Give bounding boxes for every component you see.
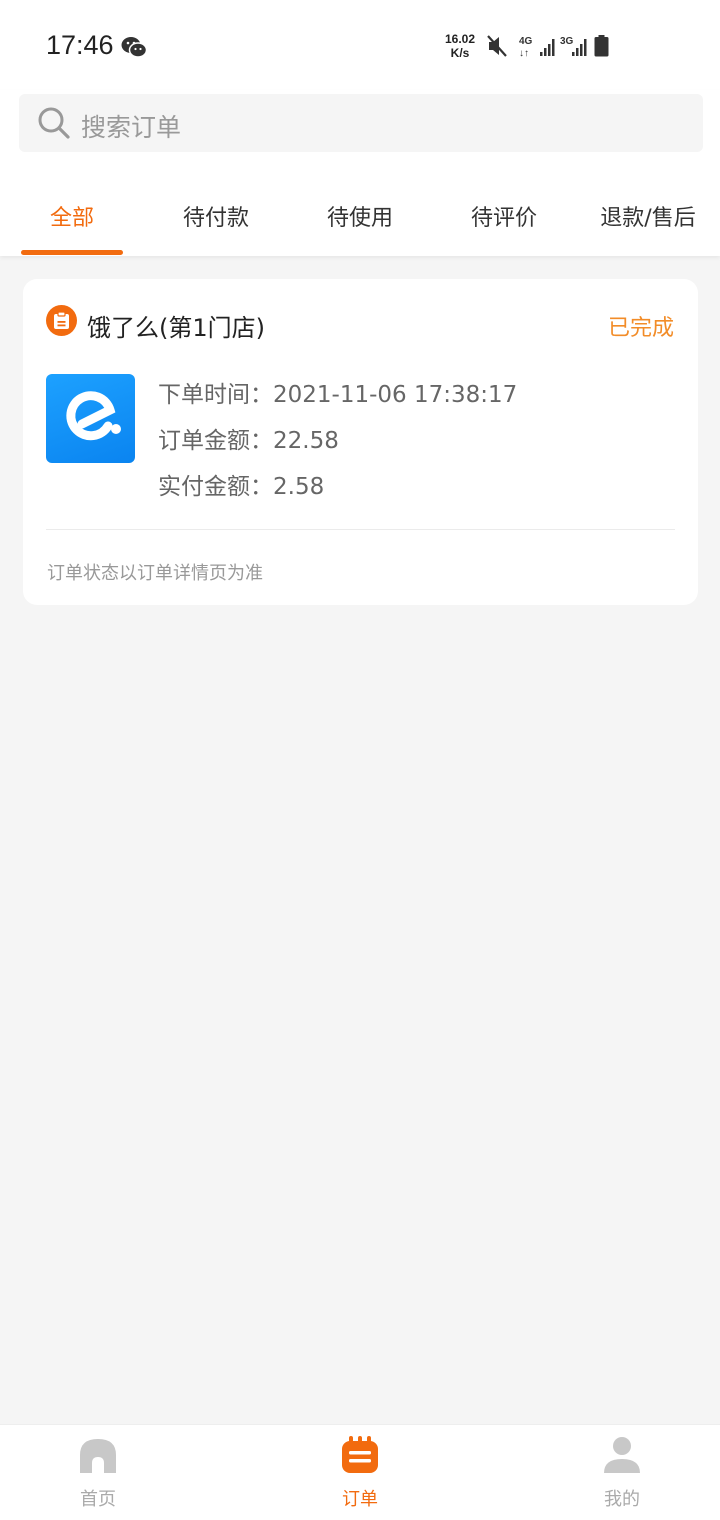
nav-profile-label: 我的 (604, 1489, 640, 1510)
status-bar: 17:46 16.02 K/s 4G ↓↑ 3G (0, 0, 720, 90)
search-icon (38, 107, 70, 139)
mute-icon (487, 35, 507, 57)
orders-icon (342, 1436, 378, 1473)
orders-page: 17:46 16.02 K/s 4G ↓↑ 3G 搜索订单 全部 待付款 待使用… (0, 0, 720, 1520)
svg-text:3G: 3G (560, 36, 574, 47)
signal-4g-icon: 4G ↓↑ (519, 36, 555, 58)
speed-unit: K/s (450, 46, 470, 60)
network-speed: 16.02 K/s (440, 32, 480, 60)
profile-icon (604, 1437, 640, 1473)
tab-pending-payment[interactable]: 待付款 (144, 200, 288, 232)
order-status-badge: 已完成 (607, 316, 674, 341)
order-time: 下单时间：2021-11-06 17:38:17 (158, 382, 518, 408)
order-amount: 订单金额：22.58 (158, 428, 339, 454)
tab-all[interactable]: 全部 (0, 200, 144, 232)
speed-value: 16.02 (444, 32, 476, 46)
clipboard-icon (46, 305, 77, 336)
svg-text:↓↑: ↓↑ (519, 48, 529, 58)
active-tab-indicator (21, 250, 123, 255)
nav-orders-label: 订单 (342, 1489, 378, 1510)
bottom-nav: 首页 订单 我的 (0, 1424, 720, 1520)
tab-to-use[interactable]: 待使用 (288, 200, 432, 232)
battery-icon (594, 35, 609, 57)
signal-3g-icon: 3G (560, 36, 587, 56)
search-placeholder: 搜索订单 (81, 113, 182, 142)
status-time: 17:46 (46, 30, 114, 60)
status-note: 订单状态以订单详情页为准 (47, 563, 263, 584)
nav-profile[interactable]: 我的 (502, 1425, 720, 1520)
card-divider (46, 529, 675, 530)
wechat-icon (121, 37, 147, 58)
order-tabs: 全部 待付款 待使用 待评价 退款/售后 (0, 190, 720, 256)
home-icon (80, 1439, 116, 1473)
eleme-logo (46, 374, 135, 463)
order-card[interactable]: 饿了么(第1门店) 已完成 下单时间：2021-11-06 17:38:17 订… (23, 279, 698, 605)
paid-amount: 实付金额：2.58 (158, 474, 325, 500)
tab-refund-aftersale[interactable]: 退款/售后 (576, 200, 720, 232)
nav-home[interactable]: 首页 (0, 1425, 218, 1520)
tab-to-review[interactable]: 待评价 (432, 200, 576, 232)
nav-orders[interactable]: 订单 (240, 1425, 480, 1520)
svg-text:4G: 4G (519, 36, 533, 47)
nav-home-label: 首页 (80, 1489, 116, 1510)
orders-header: 搜索订单 全部 待付款 待使用 待评价 退款/售后 (0, 90, 720, 256)
search-input[interactable]: 搜索订单 (19, 94, 703, 152)
shop-name[interactable]: 饿了么(第1门店) (87, 308, 265, 343)
